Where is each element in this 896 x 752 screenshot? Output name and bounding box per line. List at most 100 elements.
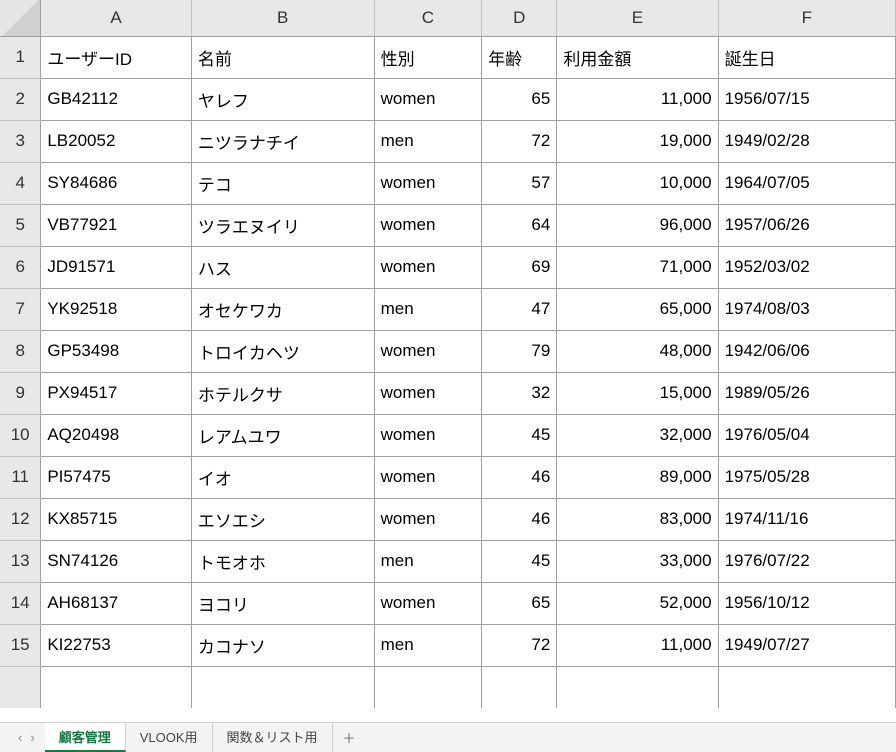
cell-C12[interactable]: women — [374, 498, 482, 540]
cell-A7[interactable]: YK92518 — [41, 288, 192, 330]
cell-B9[interactable]: ホテルクサ — [191, 372, 374, 414]
cell-F10[interactable]: 1976/05/04 — [718, 414, 895, 456]
row-header-13[interactable]: 13 — [0, 540, 41, 582]
cell-F9[interactable]: 1989/05/26 — [718, 372, 895, 414]
cell-partial[interactable] — [718, 666, 895, 708]
cell-F5[interactable]: 1957/06/26 — [718, 204, 895, 246]
cell-partial[interactable] — [557, 666, 718, 708]
cell-partial[interactable] — [41, 666, 192, 708]
cell-F11[interactable]: 1975/05/28 — [718, 456, 895, 498]
cell-C13[interactable]: men — [374, 540, 482, 582]
cell-A4[interactable]: SY84686 — [41, 162, 192, 204]
cell-partial[interactable] — [482, 666, 557, 708]
sheet-next-icon[interactable]: › — [30, 730, 34, 745]
cell-A15[interactable]: KI22753 — [41, 624, 192, 666]
cell-D1[interactable]: 年齢 — [482, 36, 557, 78]
cell-C8[interactable]: women — [374, 330, 482, 372]
cell-F6[interactable]: 1952/03/02 — [718, 246, 895, 288]
cell-E6[interactable]: 71,000 — [557, 246, 718, 288]
cell-B7[interactable]: オセケワカ — [191, 288, 374, 330]
cell-B11[interactable]: イオ — [191, 456, 374, 498]
cell-D3[interactable]: 72 — [482, 120, 557, 162]
cell-B13[interactable]: トモオホ — [191, 540, 374, 582]
cell-B8[interactable]: トロイカヘツ — [191, 330, 374, 372]
cell-D10[interactable]: 45 — [482, 414, 557, 456]
cell-D12[interactable]: 46 — [482, 498, 557, 540]
cell-D7[interactable]: 47 — [482, 288, 557, 330]
cell-C5[interactable]: women — [374, 204, 482, 246]
col-header-F[interactable]: F — [718, 0, 895, 36]
cell-A10[interactable]: AQ20498 — [41, 414, 192, 456]
cell-D9[interactable]: 32 — [482, 372, 557, 414]
col-header-A[interactable]: A — [41, 0, 192, 36]
cell-A14[interactable]: AH68137 — [41, 582, 192, 624]
cell-E2[interactable]: 11,000 — [557, 78, 718, 120]
sheet-tab[interactable]: 関数＆リスト用 — [213, 723, 333, 752]
cell-E11[interactable]: 89,000 — [557, 456, 718, 498]
cell-E7[interactable]: 65,000 — [557, 288, 718, 330]
cell-A6[interactable]: JD91571 — [41, 246, 192, 288]
row-header-15[interactable]: 15 — [0, 624, 41, 666]
cell-C15[interactable]: men — [374, 624, 482, 666]
cell-F3[interactable]: 1949/02/28 — [718, 120, 895, 162]
cell-A2[interactable]: GB42112 — [41, 78, 192, 120]
cell-F14[interactable]: 1956/10/12 — [718, 582, 895, 624]
cell-F2[interactable]: 1956/07/15 — [718, 78, 895, 120]
sheet-tab[interactable]: 顧客管理 — [45, 723, 126, 752]
col-header-C[interactable]: C — [374, 0, 482, 36]
cell-A5[interactable]: VB77921 — [41, 204, 192, 246]
cell-A3[interactable]: LB20052 — [41, 120, 192, 162]
cell-F4[interactable]: 1964/07/05 — [718, 162, 895, 204]
row-header-1[interactable]: 1 — [0, 36, 41, 78]
cell-B10[interactable]: レアムユワ — [191, 414, 374, 456]
col-header-E[interactable]: E — [557, 0, 718, 36]
cell-E13[interactable]: 33,000 — [557, 540, 718, 582]
cell-B2[interactable]: ヤレフ — [191, 78, 374, 120]
cell-C4[interactable]: women — [374, 162, 482, 204]
row-header-8[interactable]: 8 — [0, 330, 41, 372]
cell-C9[interactable]: women — [374, 372, 482, 414]
cell-partial[interactable] — [374, 666, 482, 708]
cell-D13[interactable]: 45 — [482, 540, 557, 582]
row-header-12[interactable]: 12 — [0, 498, 41, 540]
cell-E12[interactable]: 83,000 — [557, 498, 718, 540]
row-header-14[interactable]: 14 — [0, 582, 41, 624]
cell-A8[interactable]: GP53498 — [41, 330, 192, 372]
cell-F1[interactable]: 誕生日 — [718, 36, 895, 78]
cell-A1[interactable]: ユーザーID — [41, 36, 192, 78]
cell-F8[interactable]: 1942/06/06 — [718, 330, 895, 372]
cell-D5[interactable]: 64 — [482, 204, 557, 246]
cell-E9[interactable]: 15,000 — [557, 372, 718, 414]
cell-A13[interactable]: SN74126 — [41, 540, 192, 582]
add-sheet-button[interactable]: ＋ — [333, 724, 366, 751]
cell-C14[interactable]: women — [374, 582, 482, 624]
cell-F7[interactable]: 1974/08/03 — [718, 288, 895, 330]
cell-C6[interactable]: women — [374, 246, 482, 288]
row-header-2[interactable]: 2 — [0, 78, 41, 120]
cell-B14[interactable]: ヨコリ — [191, 582, 374, 624]
row-header-5[interactable]: 5 — [0, 204, 41, 246]
cell-D11[interactable]: 46 — [482, 456, 557, 498]
cell-F13[interactable]: 1976/07/22 — [718, 540, 895, 582]
cell-E4[interactable]: 10,000 — [557, 162, 718, 204]
row-header-10[interactable]: 10 — [0, 414, 41, 456]
cell-E3[interactable]: 19,000 — [557, 120, 718, 162]
cell-B1[interactable]: 名前 — [191, 36, 374, 78]
sheet-prev-icon[interactable]: ‹ — [18, 730, 22, 745]
cell-F12[interactable]: 1974/11/16 — [718, 498, 895, 540]
cell-D4[interactable]: 57 — [482, 162, 557, 204]
cell-F15[interactable]: 1949/07/27 — [718, 624, 895, 666]
cell-D2[interactable]: 65 — [482, 78, 557, 120]
col-header-B[interactable]: B — [191, 0, 374, 36]
cell-C11[interactable]: women — [374, 456, 482, 498]
row-header-6[interactable]: 6 — [0, 246, 41, 288]
sheet-tab[interactable]: VLOOK用 — [126, 723, 213, 752]
cell-B4[interactable]: テコ — [191, 162, 374, 204]
cell-D6[interactable]: 69 — [482, 246, 557, 288]
cell-A11[interactable]: PI57475 — [41, 456, 192, 498]
cell-C7[interactable]: men — [374, 288, 482, 330]
cell-D14[interactable]: 65 — [482, 582, 557, 624]
cell-C2[interactable]: women — [374, 78, 482, 120]
cell-E14[interactable]: 52,000 — [557, 582, 718, 624]
cell-B3[interactable]: ニツラナチイ — [191, 120, 374, 162]
